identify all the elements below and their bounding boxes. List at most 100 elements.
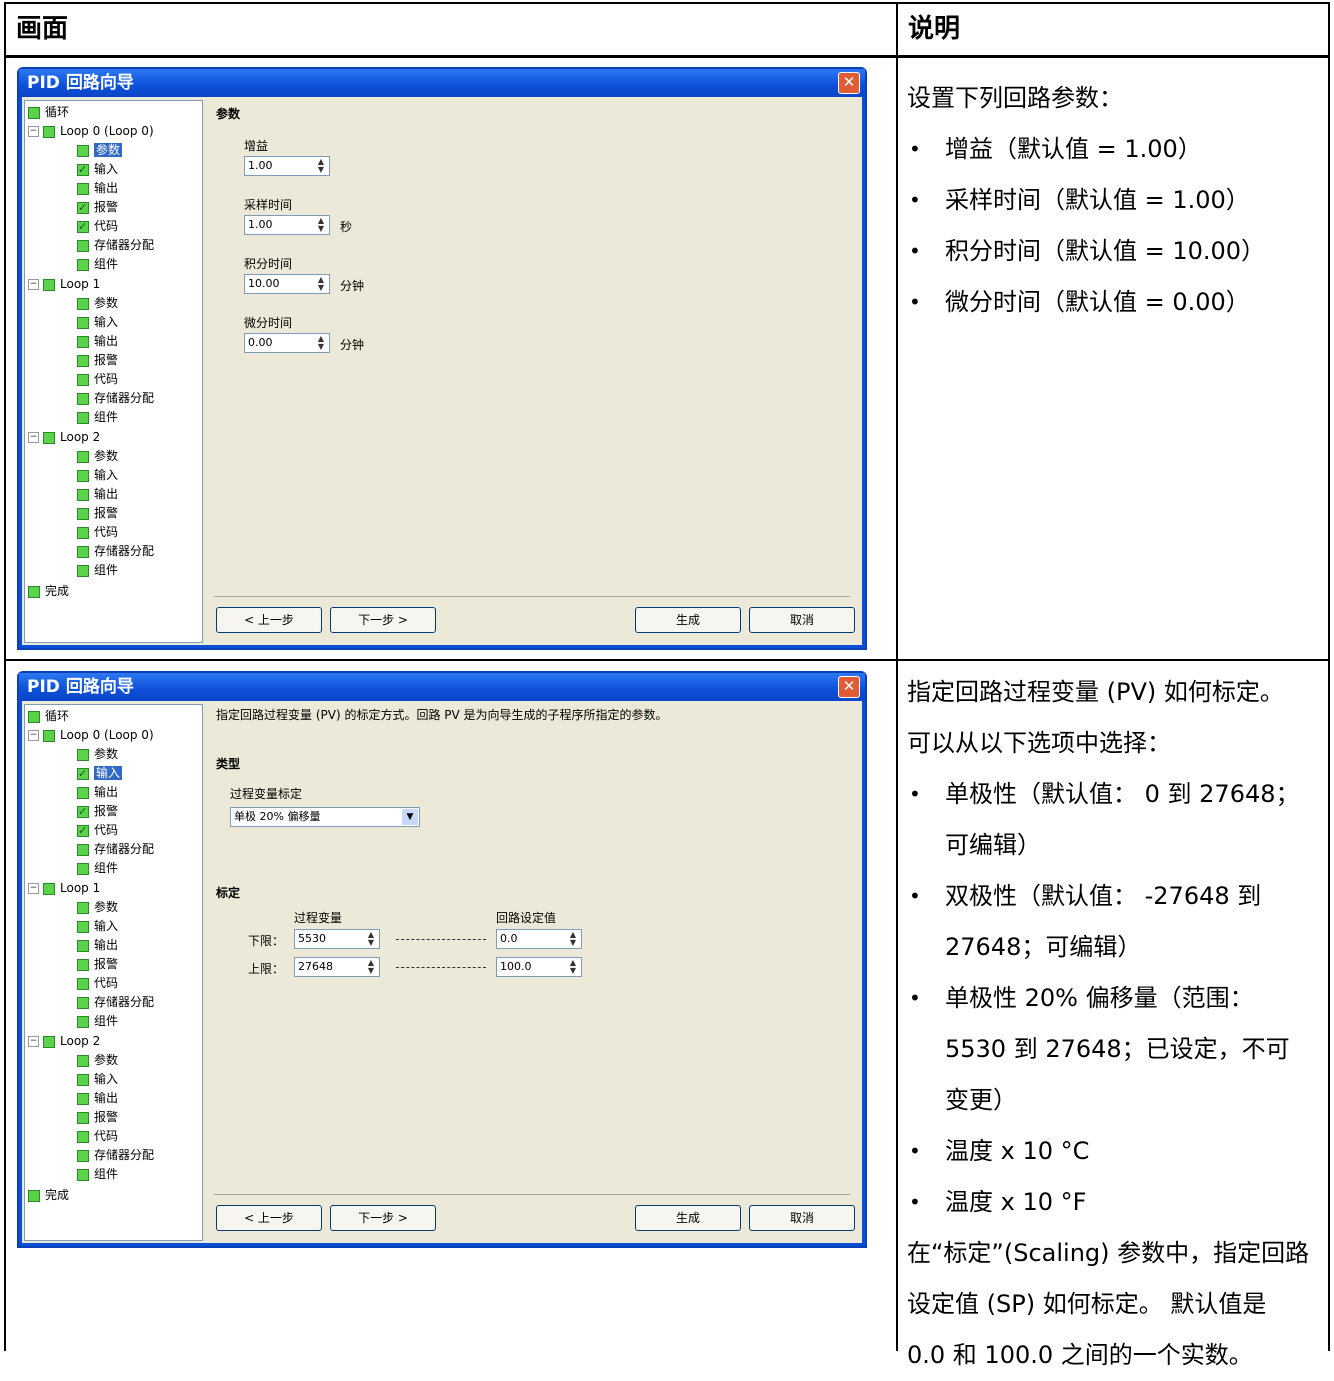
tree-item-input[interactable]: 输入 <box>77 466 118 484</box>
tree-item-code[interactable]: 代码 <box>77 370 118 388</box>
sp-low-field[interactable]: 0.0 ▲ ▼ <box>496 929 582 949</box>
spinner-arrows-icon[interactable]: ▲ ▼ <box>566 959 580 975</box>
spinner-arrows-icon[interactable]: ▲ ▼ <box>314 335 328 351</box>
tree-item-code[interactable]: 代码 <box>77 1127 118 1145</box>
spinner-arrows-icon[interactable]: ▲ ▼ <box>314 276 328 292</box>
tree-item-code[interactable]: 代码 <box>77 217 118 236</box>
status-icon <box>77 392 89 405</box>
tree-item-loop2[interactable]: − Loop 2 <box>28 428 100 446</box>
collapse-icon[interactable]: − <box>28 126 39 137</box>
tree-item-alarm[interactable]: 报警 <box>77 1108 118 1126</box>
tree-item-input[interactable]: 输入 <box>77 917 118 935</box>
cancel-button[interactable]: 取消 <box>749 607 855 633</box>
spinner-arrows-icon[interactable]: ▲ ▼ <box>314 217 328 233</box>
status-icon <box>43 125 55 138</box>
tree-item-memory[interactable]: 存储器分配 <box>77 542 154 560</box>
tree-item-output[interactable]: 输出 <box>77 332 118 350</box>
pv-low-field[interactable]: 5530 ▲ ▼ <box>294 929 380 949</box>
tree-item-finish[interactable]: 完成 <box>28 1186 69 1204</box>
tree-item-parameters[interactable]: 参数 <box>77 141 123 159</box>
spinner-arrows-icon[interactable]: ▲ ▼ <box>566 931 580 947</box>
tree-item-components[interactable]: 组件 <box>77 859 118 877</box>
tree-item-loops[interactable]: 循环 <box>28 103 69 121</box>
tree-item-loop1[interactable]: − Loop 1 <box>28 275 100 293</box>
status-icon <box>77 450 89 463</box>
generate-button[interactable]: 生成 <box>635 1205 741 1231</box>
next-button[interactable]: 下一步 > <box>330 1205 436 1231</box>
tree-item-parameters[interactable]: 参数 <box>77 447 118 465</box>
tree-item-input[interactable]: 输入 <box>77 160 118 179</box>
collapse-icon[interactable]: − <box>28 883 39 894</box>
integral-time-field[interactable]: 10.00 ▲ ▼ <box>244 274 330 294</box>
tree-item-memory[interactable]: 存储器分配 <box>77 236 154 254</box>
tree-item-output[interactable]: 输出 <box>77 179 118 197</box>
close-icon[interactable]: ✕ <box>838 72 860 94</box>
dropdown-arrow-icon[interactable]: ▼ <box>402 809 418 825</box>
status-icon <box>43 278 55 291</box>
tree-item-components[interactable]: 组件 <box>77 1165 118 1183</box>
tree-item-loop2[interactable]: − Loop 2 <box>28 1032 100 1050</box>
tree-item-input[interactable]: 输入 <box>77 313 118 331</box>
spinner-arrows-icon[interactable]: ▲ ▼ <box>364 959 378 975</box>
status-icon <box>43 882 55 895</box>
sample-time-field[interactable]: 1.00 ▲ ▼ <box>244 215 330 235</box>
window-titlebar: PID 回路向导 ✕ <box>19 673 865 701</box>
tree-item-alarm[interactable]: 报警 <box>77 351 118 369</box>
status-icon <box>43 1035 55 1048</box>
tree-item-parameters[interactable]: 参数 <box>77 745 118 763</box>
window-title: PID 回路向导 <box>27 677 134 697</box>
collapse-icon[interactable]: − <box>28 279 39 290</box>
tree-item-parameters[interactable]: 参数 <box>77 1051 118 1069</box>
cancel-button[interactable]: 取消 <box>749 1205 855 1231</box>
spinner-arrows-icon[interactable]: ▲ ▼ <box>364 931 378 947</box>
tree-item-components[interactable]: 组件 <box>77 1012 118 1030</box>
spinner-arrows-icon[interactable]: ▲ ▼ <box>314 158 328 174</box>
tree-item-output[interactable]: 输出 <box>77 1089 118 1107</box>
status-icon <box>77 469 89 482</box>
status-icon <box>77 1168 89 1181</box>
close-icon[interactable]: ✕ <box>838 676 860 698</box>
status-icon <box>77 1149 89 1162</box>
tree-item-loops[interactable]: 循环 <box>28 707 69 725</box>
tree-item-alarm[interactable]: 报警 <box>77 198 118 217</box>
list-item: 微分时间（默认值 = 0.00） <box>907 277 1312 328</box>
tree-item-output[interactable]: 输出 <box>77 783 118 801</box>
tree-item-loop0[interactable]: − Loop 0 (Loop 0) <box>28 726 154 744</box>
prev-button[interactable]: < 上一步 <box>216 607 322 633</box>
gain-field[interactable]: 1.00 ▲ ▼ <box>244 156 330 176</box>
tree-item-parameters[interactable]: 参数 <box>77 898 118 916</box>
tree-item-alarm[interactable]: 报警 <box>77 802 118 821</box>
tree-item-code[interactable]: 代码 <box>77 523 118 541</box>
tree-item-input[interactable]: 输入 <box>77 1070 118 1088</box>
tree-item-components[interactable]: 组件 <box>77 561 118 579</box>
collapse-icon[interactable]: − <box>28 1036 39 1047</box>
collapse-icon[interactable]: − <box>28 730 39 741</box>
tree-item-finish[interactable]: 完成 <box>28 582 69 600</box>
tree-item-components[interactable]: 组件 <box>77 408 118 426</box>
tree-item-output[interactable]: 输出 <box>77 936 118 954</box>
tree-item-parameters[interactable]: 参数 <box>77 294 118 312</box>
tree-item-loop0[interactable]: − Loop 0 (Loop 0) <box>28 122 154 140</box>
collapse-icon[interactable]: − <box>28 432 39 443</box>
tree-item-memory[interactable]: 存储器分配 <box>77 840 154 858</box>
tree-item-input[interactable]: 输入 <box>77 764 123 783</box>
tree-item-code[interactable]: 代码 <box>77 821 118 840</box>
tree-item-memory[interactable]: 存储器分配 <box>77 1146 154 1164</box>
pv-high-field[interactable]: 27648 ▲ ▼ <box>294 957 380 977</box>
tree-item-alarm[interactable]: 报警 <box>77 504 118 522</box>
pv-scaling-select[interactable]: 单极 20% 偏移量 ▼ <box>230 807 420 827</box>
tree-item-code[interactable]: 代码 <box>77 974 118 992</box>
next-button[interactable]: 下一步 > <box>330 607 436 633</box>
generate-button[interactable]: 生成 <box>635 607 741 633</box>
tree-item-memory[interactable]: 存储器分配 <box>77 389 154 407</box>
status-icon <box>77 297 89 310</box>
sp-high-field[interactable]: 100.0 ▲ ▼ <box>496 957 582 977</box>
tree-item-components[interactable]: 组件 <box>77 255 118 273</box>
prev-button[interactable]: < 上一步 <box>216 1205 322 1231</box>
tree-item-output[interactable]: 输出 <box>77 485 118 503</box>
tree-item-loop1[interactable]: − Loop 1 <box>28 879 100 897</box>
status-icon <box>77 862 89 875</box>
tree-item-memory[interactable]: 存储器分配 <box>77 993 154 1011</box>
tree-item-alarm[interactable]: 报警 <box>77 955 118 973</box>
derivative-time-field[interactable]: 0.00 ▲ ▼ <box>244 333 330 353</box>
